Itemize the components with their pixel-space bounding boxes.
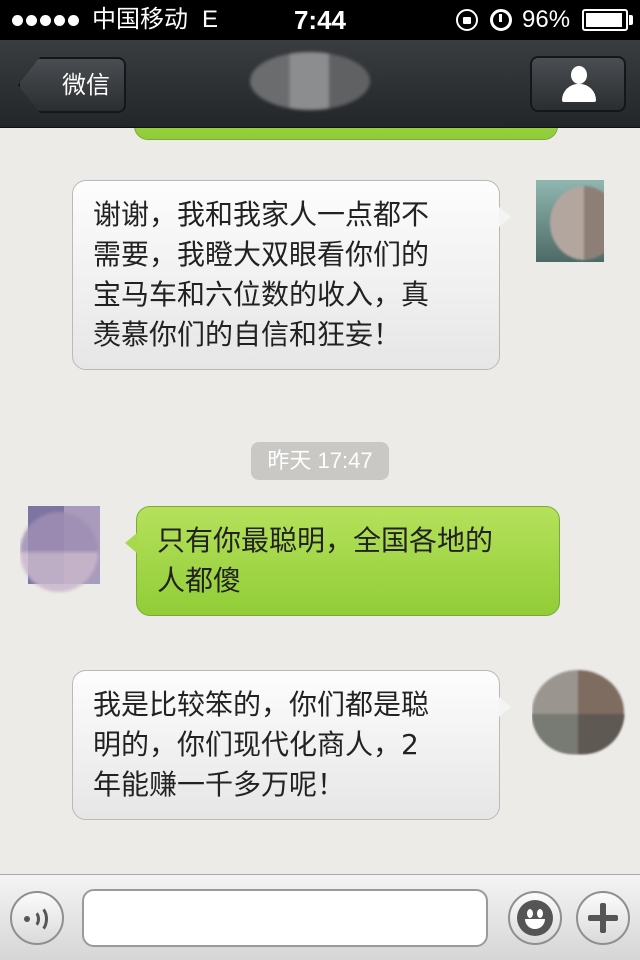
emoji-button[interactable] — [508, 891, 562, 945]
chat-area[interactable]: 谢谢，我和我家人一点都不 需要，我瞪大双眼看你们的 宝马车和六位数的收入，真 羡… — [0, 128, 640, 874]
battery-icon — [582, 9, 628, 31]
contact-profile-button[interactable] — [530, 56, 626, 112]
profile-icon — [562, 66, 596, 102]
incoming-message-bubble[interactable]: 谢谢，我和我家人一点都不 需要，我瞪大双眼看你们的 宝马车和六位数的收入，真 羡… — [72, 180, 511, 370]
rotation-lock-icon — [456, 9, 478, 31]
battery-tip — [629, 15, 633, 25]
contact-avatar[interactable] — [532, 668, 628, 756]
battery-percent: 96% — [522, 6, 571, 33]
message-line: 年能赚一千多万呢！ — [93, 768, 346, 801]
back-button[interactable]: 微信 — [18, 57, 126, 113]
message-line: 羡慕你们的自信和狂妄！ — [93, 318, 402, 351]
message-line: 人都傻 — [157, 564, 242, 597]
message-line: 宝马车和六位数的收入，真 — [93, 278, 430, 311]
my-avatar[interactable] — [20, 506, 100, 594]
partial-outgoing-bubble — [134, 128, 558, 140]
outgoing-message-bubble[interactable]: 只有你最聪明，全国各地的 人都傻 — [125, 506, 560, 616]
message-line: 需要，我瞪大双眼看你们的 — [93, 238, 430, 271]
more-actions-button[interactable] — [576, 891, 630, 945]
message-line: 只有你最聪明，全国各地的 — [157, 524, 494, 557]
alarm-icon — [490, 9, 512, 31]
battery-fill — [586, 13, 623, 27]
contact-avatar[interactable] — [536, 180, 604, 262]
smiley-icon — [517, 900, 553, 936]
message-line: 我是比较笨的，你们都是聪 — [93, 688, 430, 721]
message-timestamp: 昨天 17:47 — [251, 442, 389, 480]
message-line: 明的，你们现代化商人，2 — [93, 728, 419, 761]
back-button-label: 微信 — [62, 71, 110, 99]
blurred-contact-title — [250, 52, 370, 110]
voice-icon — [24, 905, 52, 933]
message-input-bar — [0, 874, 640, 960]
status-bar: 中国移动 E 7:44 96% — [0, 0, 640, 40]
incoming-message-bubble[interactable]: 我是比较笨的，你们都是聪 明的，你们现代化商人，2 年能赚一千多万呢！ — [72, 670, 511, 820]
message-line: 谢谢，我和我家人一点都不 — [93, 198, 430, 231]
voice-input-button[interactable] — [10, 891, 64, 945]
plus-icon — [588, 903, 618, 933]
message-text-input[interactable] — [82, 889, 488, 947]
